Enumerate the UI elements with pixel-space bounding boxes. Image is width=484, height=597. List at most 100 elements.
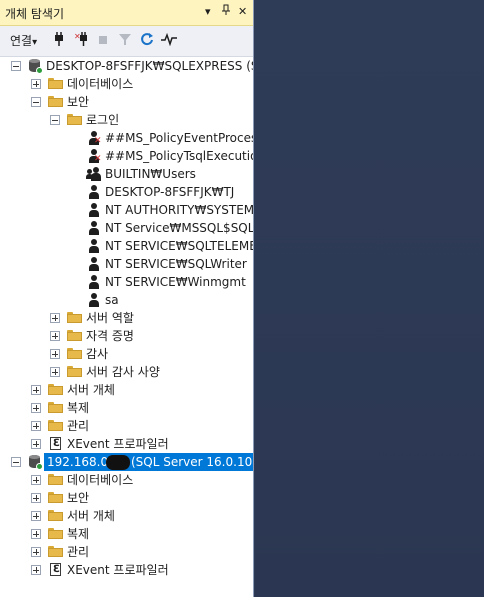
tree-node-replication[interactable]: 복제 xyxy=(0,399,253,417)
tree-node-management[interactable]: 관리 xyxy=(0,417,253,435)
expand-icon[interactable] xyxy=(31,547,41,557)
folder-icon xyxy=(48,420,63,431)
node-label: XEvent 프로파일러 xyxy=(67,563,169,577)
tree-node-login[interactable]: NT Service₩MSSQL$SQLEX xyxy=(0,219,254,237)
node-label: 복제 xyxy=(67,401,90,415)
tree-node-management[interactable]: 관리 xyxy=(0,543,253,561)
plug-icon[interactable] xyxy=(52,32,66,50)
tree-node-databases[interactable]: 데이터베이스 xyxy=(0,471,253,489)
expand-icon[interactable] xyxy=(31,403,41,413)
tree-node-xevent[interactable]: ℇ XEvent 프로파일러 xyxy=(0,435,253,453)
tree-node-security[interactable]: 보안 xyxy=(0,93,253,111)
disconnect-icon[interactable]: ✕ xyxy=(74,32,90,50)
expand-icon[interactable] xyxy=(31,565,41,575)
folder-icon xyxy=(48,384,63,395)
server-label-prefix: 192.168.0. xyxy=(47,455,112,469)
tree-node-login[interactable]: ✕ ##MS_PolicyEventProcessin xyxy=(0,129,253,147)
tree-node-logins[interactable]: 로그인 xyxy=(0,111,253,129)
expand-icon[interactable] xyxy=(50,367,60,377)
tree-node-login[interactable]: DESKTOP-8FSFFJK₩TJ xyxy=(0,183,253,201)
expand-icon[interactable] xyxy=(31,511,41,521)
node-label: 데이터베이스 xyxy=(67,77,134,91)
tree-node-login[interactable]: NT SERVICE₩Winmgmt xyxy=(0,273,253,291)
tree-node-audits[interactable]: 감사 xyxy=(0,345,253,363)
expand-icon[interactable] xyxy=(31,475,41,485)
node-label: 서버 개체 xyxy=(67,383,115,397)
node-label: 관리 xyxy=(67,419,90,433)
expand-icon[interactable] xyxy=(31,385,41,395)
filter-icon[interactable] xyxy=(119,32,131,50)
tree-node-server[interactable]: DESKTOP-8FSFFJK₩SQLEXPRESS (SQL xyxy=(0,57,254,75)
expand-icon[interactable] xyxy=(31,439,41,449)
connect-button[interactable]: 연결▾ xyxy=(10,32,37,50)
refresh-icon[interactable] xyxy=(140,32,154,50)
tree-node-login[interactable]: NT SERVICE₩SQLWriter xyxy=(0,255,253,273)
server-label: DESKTOP-8FSFFJK₩SQLEXPRESS (SQL xyxy=(46,59,254,73)
tree-node-security[interactable]: 보안 xyxy=(0,489,253,507)
folder-icon xyxy=(48,474,63,485)
node-label: 서버 개체 xyxy=(67,509,115,523)
tree-node-login[interactable]: NT SERVICE₩SQLTELEMETF xyxy=(0,237,253,255)
object-explorer-panel: 개체 탐색기 ▾ ✕ 연결▾ ✕ DESKTOP-8FSFFJK₩SQLEXPR… xyxy=(0,0,254,597)
node-label: 데이터베이스 xyxy=(67,473,134,487)
tree-node-server-objects[interactable]: 서버 개체 xyxy=(0,507,253,525)
pin-icon[interactable] xyxy=(221,4,231,21)
node-label: XEvent 프로파일러 xyxy=(67,437,169,451)
folder-icon xyxy=(48,510,63,521)
expand-icon[interactable] xyxy=(50,331,60,341)
collapse-icon[interactable] xyxy=(11,457,21,467)
tree-node-replication[interactable]: 복제 xyxy=(0,525,253,543)
folder-icon xyxy=(67,366,82,377)
folder-icon xyxy=(48,96,63,107)
node-label: 감사 xyxy=(86,347,109,361)
chevron-down-icon[interactable]: ▾ xyxy=(205,4,211,20)
server-connected-icon xyxy=(28,58,43,74)
redaction-mark xyxy=(106,455,130,470)
folder-icon xyxy=(48,402,63,413)
tree-node-login[interactable]: sa xyxy=(0,291,253,309)
collapse-icon[interactable] xyxy=(31,97,41,107)
tree-node-server-selected[interactable]: 192.168.0. (SQL Server 16.0.1000 xyxy=(0,453,254,471)
folder-icon xyxy=(67,348,82,359)
expand-icon[interactable] xyxy=(31,79,41,89)
expand-icon[interactable] xyxy=(31,529,41,539)
group-icon xyxy=(86,166,102,182)
panel-titlebar: 개체 탐색기 ▾ ✕ xyxy=(0,0,253,26)
tree-node-databases[interactable]: 데이터베이스 xyxy=(0,75,253,93)
tree-node-login[interactable]: BUILTIN₩Users xyxy=(0,165,253,183)
stop-icon[interactable] xyxy=(98,32,108,50)
node-label: NT Service₩MSSQL$SQLEX xyxy=(105,221,254,235)
expand-icon[interactable] xyxy=(31,493,41,503)
xevent-profiler-icon: ℇ xyxy=(50,563,61,576)
disabled-user-icon: ✕ xyxy=(87,148,102,164)
expand-icon[interactable] xyxy=(50,349,60,359)
node-label: 자격 증명 xyxy=(86,329,134,343)
server-label-suffix: (SQL Server 16.0.1000 xyxy=(131,455,254,469)
tree-node-login[interactable]: NT AUTHORITY₩SYSTEM xyxy=(0,201,254,219)
tree-node-credentials[interactable]: 자격 증명 xyxy=(0,327,253,345)
chevron-down-icon: ▾ xyxy=(32,37,38,48)
node-label: 복제 xyxy=(67,527,90,541)
folder-icon xyxy=(67,330,82,341)
tree-node-server-roles[interactable]: 서버 역할 xyxy=(0,309,253,327)
node-label: ##MS_PolicyEventProcessin xyxy=(105,131,253,145)
node-label: NT AUTHORITY₩SYSTEM xyxy=(105,203,254,217)
user-icon xyxy=(87,184,101,200)
node-label: 관리 xyxy=(67,545,90,559)
user-icon xyxy=(87,292,101,308)
tree-node-xevent[interactable]: ℇ XEvent 프로파일러 xyxy=(0,561,253,579)
tree-node-login[interactable]: ✕ ##MS_PolicyTsqlExecutionL xyxy=(0,147,253,165)
expand-icon[interactable] xyxy=(50,313,60,323)
user-icon xyxy=(87,220,101,236)
activity-monitor-icon[interactable] xyxy=(161,32,177,50)
node-label: 로그인 xyxy=(86,113,120,127)
collapse-icon[interactable] xyxy=(11,61,21,71)
tree-node-server-objects[interactable]: 서버 개체 xyxy=(0,381,253,399)
background-area xyxy=(255,0,484,597)
close-icon[interactable]: ✕ xyxy=(238,4,247,20)
expand-icon[interactable] xyxy=(31,421,41,431)
tree-node-audit-specs[interactable]: 서버 감사 사양 xyxy=(0,363,253,381)
node-label: ##MS_PolicyTsqlExecutionL xyxy=(105,149,253,163)
disabled-user-icon: ✕ xyxy=(87,130,102,146)
collapse-icon[interactable] xyxy=(50,115,60,125)
